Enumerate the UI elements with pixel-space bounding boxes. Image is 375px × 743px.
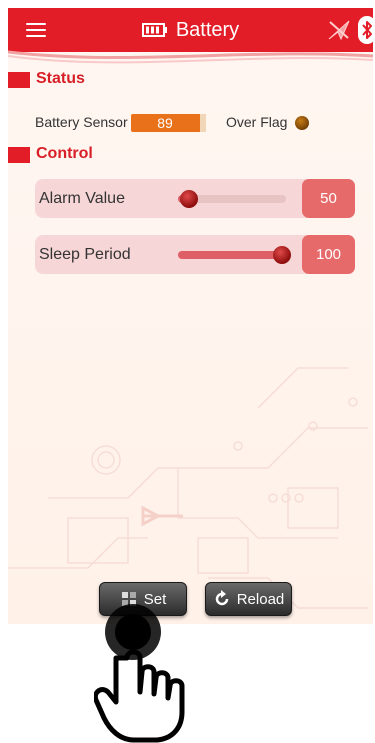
reload-button-label: Reload (236, 590, 285, 608)
battery-sensor-value: 89 (157, 115, 173, 131)
reload-button[interactable]: Reload (205, 582, 292, 616)
status-section-marker (8, 72, 30, 88)
alarm-value-slider[interactable] (178, 190, 286, 208)
control-section-title: Control (36, 145, 93, 162)
status-section-title: Status (36, 70, 85, 87)
alarm-slider-thumb[interactable] (179, 190, 198, 208)
battery-icon (141, 23, 167, 37)
battery-sensor-badge: 89 (131, 114, 206, 132)
circuit-background (8, 367, 368, 609)
over-flag-label: Over Flag (226, 114, 288, 130)
alarm-value-label: Alarm Value (39, 190, 125, 207)
hand-pointer-icon (94, 604, 185, 743)
alarm-value-row: Alarm Value 50 (35, 179, 355, 218)
sleep-slider-thumb[interactable] (272, 246, 291, 264)
sleep-period-box[interactable]: 100 (302, 235, 355, 274)
sleep-period-slider[interactable] (178, 246, 291, 264)
battery-sensor-label: Battery Sensor (35, 114, 128, 130)
reload-icon (215, 590, 228, 606)
arrow-icon[interactable] (327, 19, 351, 41)
alarm-value-box[interactable]: 50 (302, 179, 355, 218)
app-screen: Battery Status Battery Sensor 89 Over Fl… (8, 8, 373, 624)
sleep-period-label: Sleep Period (39, 246, 131, 263)
control-section-marker (8, 147, 30, 163)
sleep-period-row: Sleep Period 100 (35, 235, 355, 274)
bluetooth-icon[interactable] (358, 16, 373, 44)
page-title: Battery (175, 18, 240, 41)
over-flag-indicator (295, 116, 309, 130)
